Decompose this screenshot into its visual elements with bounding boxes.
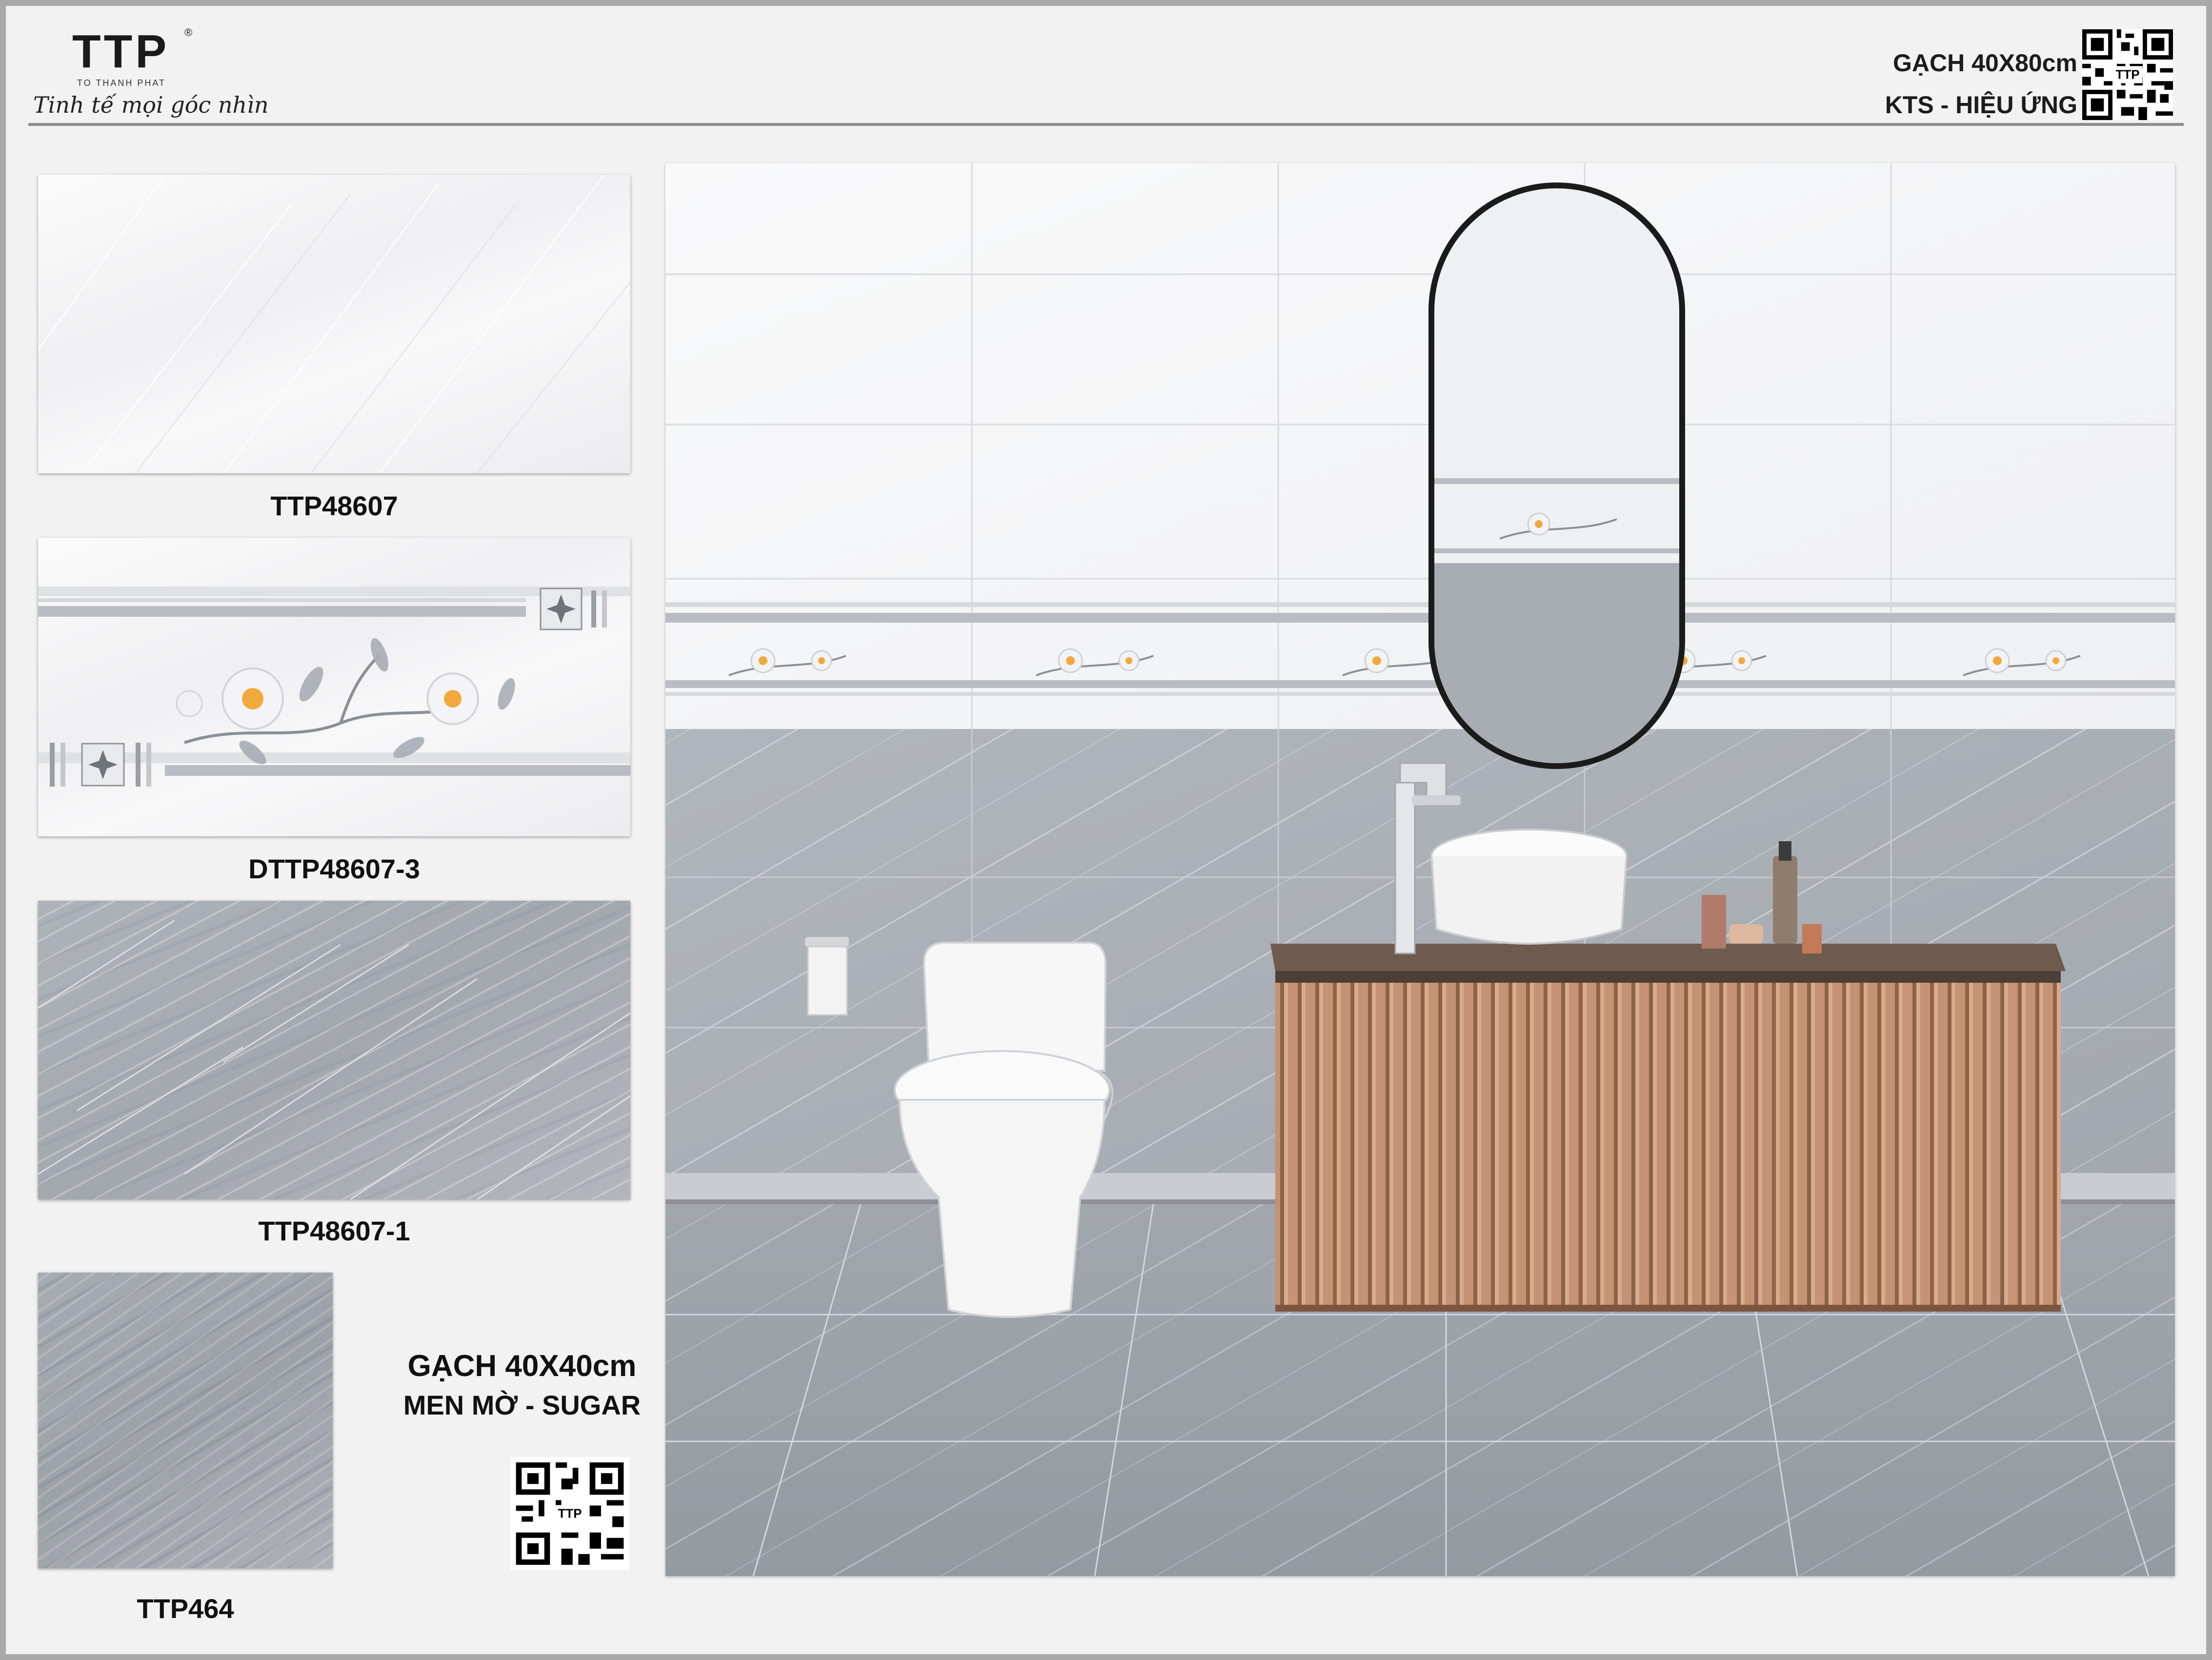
flower-icon [176,668,479,730]
marble-veins-graphic [38,175,630,473]
logo-text: TTP [72,25,170,78]
header-product-type: KTS - HIỆU ỨNG [1885,91,2077,119]
header-product-info: GẠCH 40X80cm KTS - HIỆU ỨNG [1885,42,2077,126]
company-name: TO THANH PHAT [77,78,166,88]
qr-label: TTP [555,1505,585,1522]
tile-sample-floral-border [38,538,630,836]
bathroom-render [665,163,2175,1576]
registered-mark: ® [184,26,193,39]
floor-tile-info: GẠCH 40X40cm MEN MỜ - SUGAR [390,1347,654,1425]
floor-tile-size: GẠCH 40X40cm [407,1349,637,1383]
brand-slogan: Tinh tế mọi góc nhìn [33,92,269,118]
tile-sample-floor-stone [38,1273,333,1568]
sample-code-1: TTP48607 [270,490,398,521]
header-divider [28,123,2184,126]
vanity-cabinet [1270,944,2066,1312]
floral-border-graphic [38,587,630,787]
header-product-size: GẠCH 40X80cm [1893,49,2077,77]
sample-code-2: DTTP48607-3 [248,853,420,884]
tile-sample-white-marble [38,175,630,473]
grey-veins-graphic [38,919,630,1199]
bathroom-illustration [665,163,2175,1576]
floor-qr-code: TTP [510,1457,629,1570]
sample-code-4: TTP464 [137,1593,234,1624]
qr-label: TTP [2112,66,2143,83]
floor-tile-finish: MEN MỜ - SUGAR [403,1390,641,1420]
oval-mirror [1428,182,1685,769]
vessel-sink [1430,829,1628,945]
sample-code-3: TTP48607-1 [258,1215,410,1246]
tile-sample-grey-marble [38,901,630,1199]
header-qr-code: TTP [2082,29,2173,120]
toilet-paper-holder [805,937,849,1016]
brand-logo: TTP ® TO THANH PHAT Tinh tế mọi góc nhìn [28,20,268,127]
